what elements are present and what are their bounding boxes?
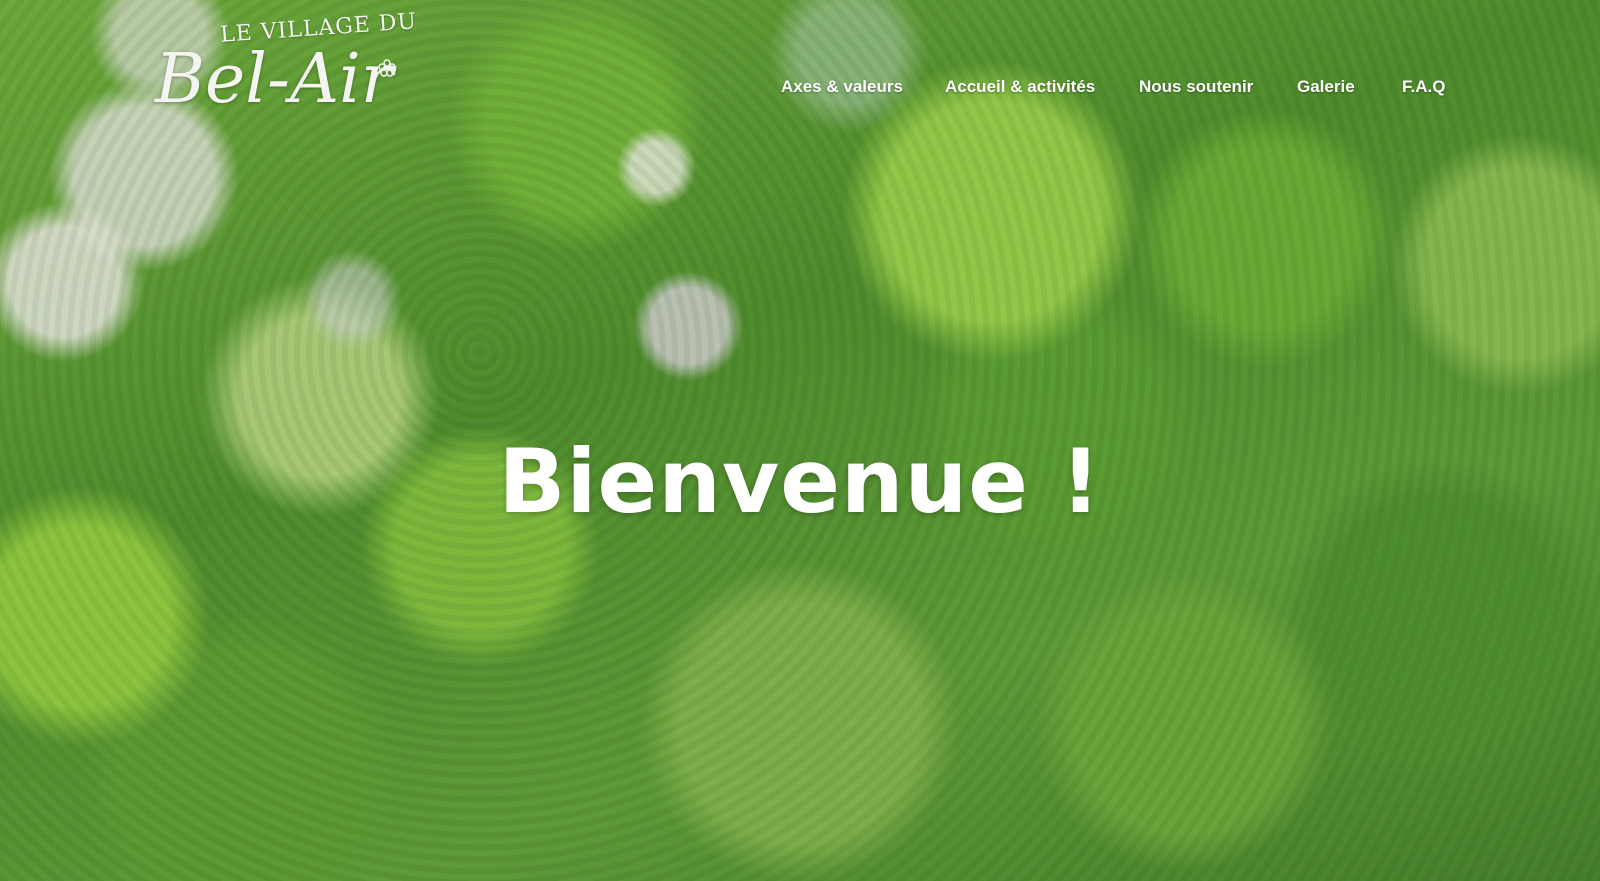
main-navigation: Axes & valeurs Accueil & activités Nous … (0, 72, 1600, 102)
nav-item-faq[interactable]: F.A.Q (1402, 72, 1445, 102)
hero-title: Bienvenue ! (498, 430, 1102, 533)
nav-item-accueil-activites[interactable]: Accueil & activités (945, 72, 1095, 102)
nav-item-axes-valeurs[interactable]: Axes & valeurs (781, 72, 903, 102)
nav-item-nous-soutenir[interactable]: Nous soutenir (1139, 72, 1253, 102)
nav-item-galerie[interactable]: Galerie (1297, 72, 1355, 102)
